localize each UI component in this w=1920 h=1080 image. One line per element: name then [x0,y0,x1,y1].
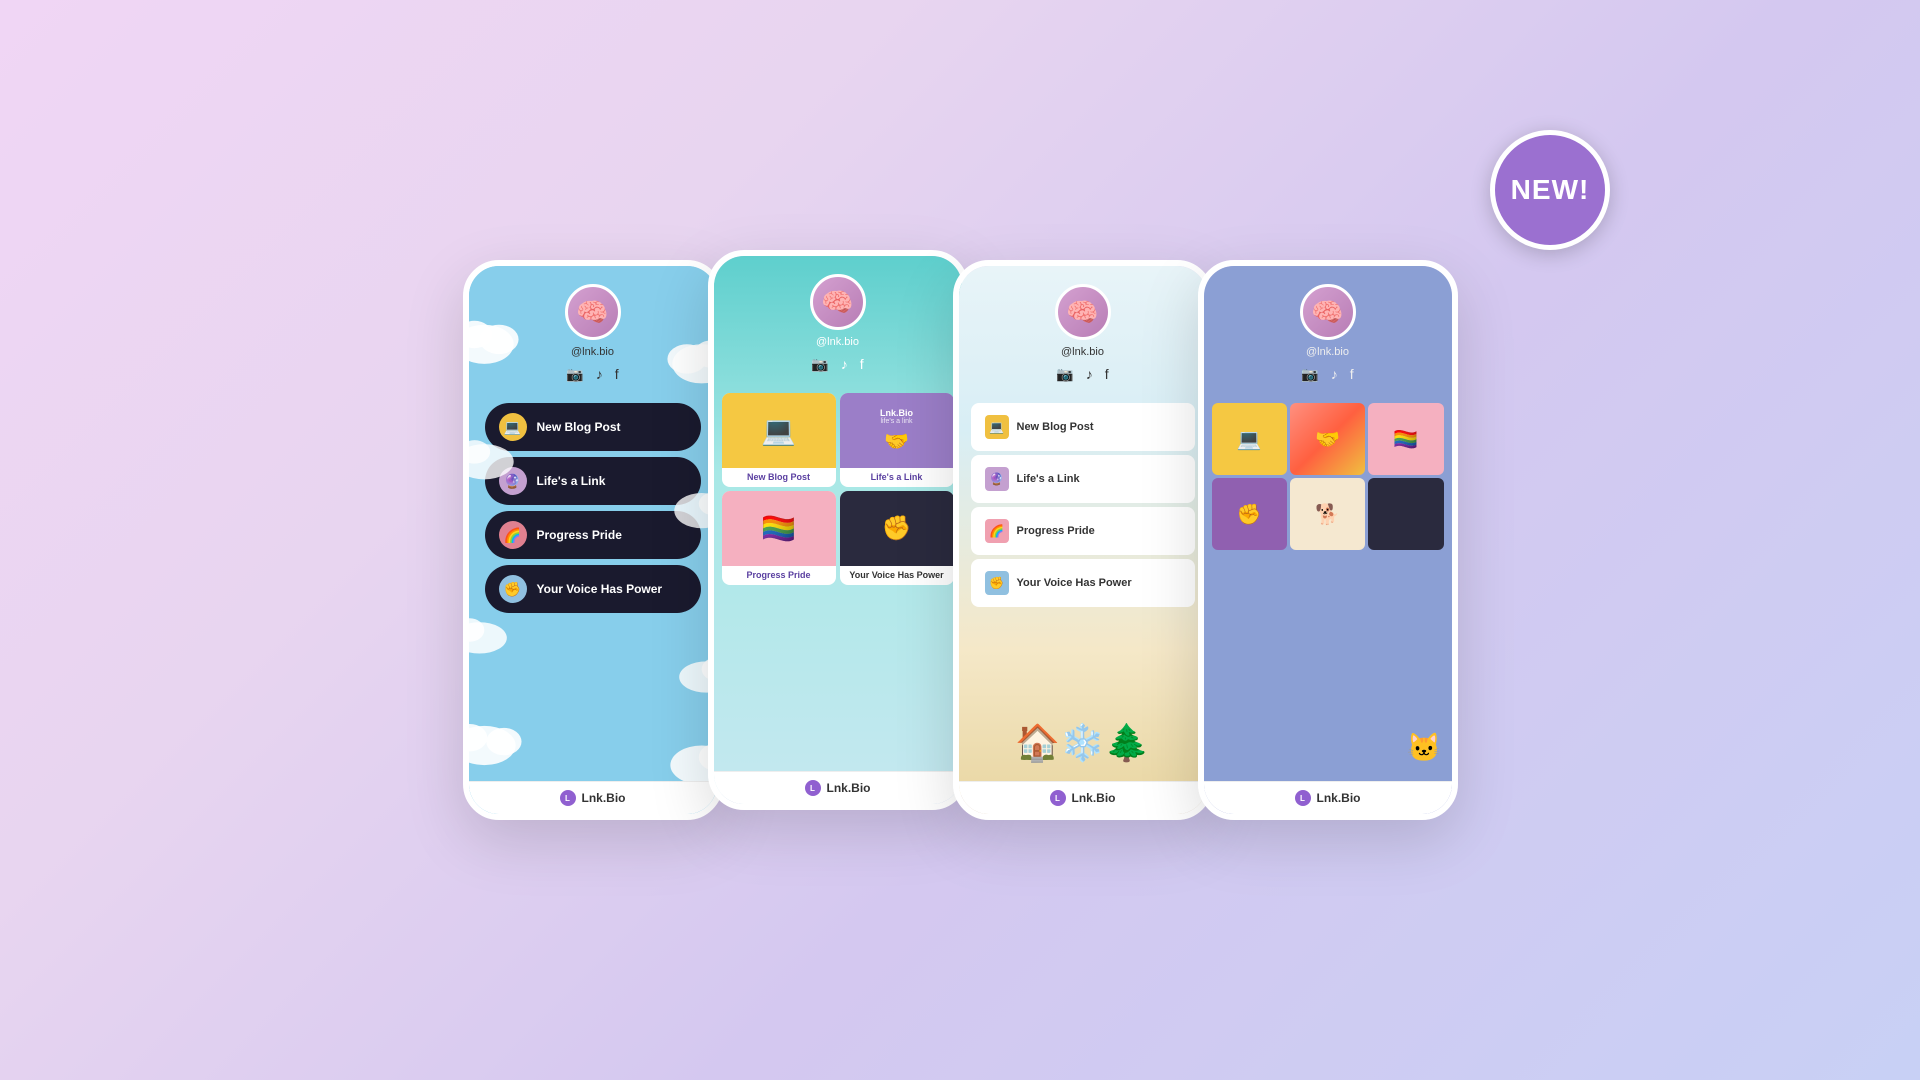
list-item-blog[interactable]: 💻 New Blog Post [971,403,1195,451]
phone-1-links: 💻 New Blog Post 🔮 Life's a Link 🌈 Progre… [469,403,717,613]
footer-brand-1: Lnk.Bio [582,791,626,805]
facebook-icon[interactable]: f [615,366,619,383]
lnkbio-logo-4: L [1295,790,1311,806]
new-badge-text: NEW! [1511,174,1590,206]
lnkbio-logo-2: L [805,780,821,796]
phone-2-avatar: 🧠 [810,274,866,330]
mosaic-item-dog[interactable]: 🐕 [1290,478,1365,550]
tiktok-icon-3[interactable]: ♪ [1086,366,1093,383]
voice-icon: ✊ [499,575,527,603]
winter-scene: 🏠❄️🌲 [959,684,1207,764]
grid-blog-img: 💻 [722,393,836,468]
grid-pride-label: Progress Pride [722,566,836,585]
phone-1-username: @lnk.bio [571,346,614,358]
mosaic-item-hands[interactable]: 🤝 [1290,403,1365,475]
grid-voice-label: Your Voice Has Power [840,566,954,585]
grid-life-label: Life's a Link [840,468,954,487]
phone-4-header: 🧠 @lnk.bio 📷 ♪ f [1204,266,1452,403]
list-thumb-blog: 💻 [985,415,1009,439]
phone-3: 🧠 @lnk.bio 📷 ♪ f 💻 New Blog Post 🔮 Life'… [953,260,1213,820]
phone-2-username: @lnk.bio [816,336,859,348]
phone-2: 🧠 @lnk.bio 📷 ♪ f 💻 New Blog Post [708,250,968,810]
phone-2-social: 📷 ♪ f [811,356,863,373]
phone-1: 🧠 @lnk.bio 📷 ♪ f 💻 New Blog Post 🔮 Life'… [463,260,723,820]
pride-icon: 🌈 [499,521,527,549]
link-btn-life[interactable]: 🔮 Life's a Link [485,457,701,505]
tiktok-icon[interactable]: ♪ [596,366,603,383]
new-badge: NEW! [1490,130,1610,250]
grid-item-voice[interactable]: ✊ Your Voice Has Power [840,491,954,585]
grid-voice-img: ✊ [840,491,954,566]
phone-4-avatar: 🧠 [1300,284,1356,340]
phone-4-mosaic: 💻 🤝 🏳️‍🌈 ✊ 🐕 [1204,403,1452,550]
phone-3-username: @lnk.bio [1061,346,1104,358]
phone-4-username: @lnk.bio [1306,346,1349,358]
phone-3-list: 💻 New Blog Post 🔮 Life's a Link 🌈 Progre… [959,403,1207,607]
instagram-icon-4[interactable]: 📷 [1301,366,1318,383]
facebook-icon-3[interactable]: f [1105,366,1109,383]
cat-decoration: 🐱 [1407,731,1442,764]
instagram-icon[interactable]: 📷 [566,366,583,383]
list-item-life[interactable]: 🔮 Life's a Link [971,455,1195,503]
phone-1-header: 🧠 @lnk.bio 📷 ♪ f [469,266,717,403]
phone-1-social: 📷 ♪ f [566,366,618,383]
facebook-icon-4[interactable]: f [1350,366,1354,383]
phone-4-footer: L Lnk.Bio [1204,781,1452,814]
link-btn-pride[interactable]: 🌈 Progress Pride [485,511,701,559]
phone-3-avatar: 🧠 [1055,284,1111,340]
phone-4: 🧠 @lnk.bio 📷 ♪ f 💻 🤝 🏳️‍🌈 ✊ 🐕 🐱 [1198,260,1458,820]
footer-brand-3: Lnk.Bio [1072,791,1116,805]
lnkbio-logo-1: L [560,790,576,806]
footer-brand-2: Lnk.Bio [827,781,871,795]
lnkbio-logo-3: L [1050,790,1066,806]
list-item-voice[interactable]: ✊ Your Voice Has Power [971,559,1195,607]
grid-pride-img: 🏳️‍🌈 [722,491,836,566]
grid-item-life[interactable]: Lnk.Bio life's a link 🤝 Life's a Link [840,393,954,487]
tiktok-icon-2[interactable]: ♪ [841,356,848,373]
footer-brand-4: Lnk.Bio [1317,791,1361,805]
phone-2-header: 🧠 @lnk.bio 📷 ♪ f [714,256,962,393]
phone-3-header: 🧠 @lnk.bio 📷 ♪ f [959,266,1207,403]
phone-2-grid: 💻 New Blog Post Lnk.Bio life's a link 🤝 … [714,393,962,585]
mosaic-item-rainbow[interactable]: 🏳️‍🌈 [1368,403,1443,475]
link-btn-blog[interactable]: 💻 New Blog Post [485,403,701,451]
list-item-pride[interactable]: 🌈 Progress Pride [971,507,1195,555]
list-thumb-pride: 🌈 [985,519,1009,543]
facebook-icon-2[interactable]: f [860,356,864,373]
list-thumb-life: 🔮 [985,467,1009,491]
instagram-icon-3[interactable]: 📷 [1056,366,1073,383]
phone-2-footer: L Lnk.Bio [714,771,962,804]
grid-blog-label: New Blog Post [722,468,836,487]
instagram-icon-2[interactable]: 📷 [811,356,828,373]
life-icon: 🔮 [499,467,527,495]
mosaic-item-dark[interactable] [1368,478,1443,550]
phones-showcase: 🧠 @lnk.bio 📷 ♪ f 💻 New Blog Post 🔮 Life'… [463,260,1458,820]
list-thumb-voice: ✊ [985,571,1009,595]
grid-item-pride[interactable]: 🏳️‍🌈 Progress Pride [722,491,836,585]
phone-3-footer: L Lnk.Bio [959,781,1207,814]
grid-item-blog[interactable]: 💻 New Blog Post [722,393,836,487]
tiktok-icon-4[interactable]: ♪ [1331,366,1338,383]
blog-icon: 💻 [499,413,527,441]
phone-1-avatar: 🧠 [565,284,621,340]
phone-3-social: 📷 ♪ f [1056,366,1108,383]
mosaic-item-blog[interactable]: 💻 [1212,403,1287,475]
mosaic-item-voice[interactable]: ✊ [1212,478,1287,550]
link-btn-voice[interactable]: ✊ Your Voice Has Power [485,565,701,613]
lnkbio-card: Lnk.Bio life's a link 🤝 [840,393,954,468]
phone-4-social: 📷 ♪ f [1301,366,1353,383]
grid-life-img: Lnk.Bio life's a link 🤝 [840,393,954,468]
phone-1-footer: L Lnk.Bio [469,781,717,814]
